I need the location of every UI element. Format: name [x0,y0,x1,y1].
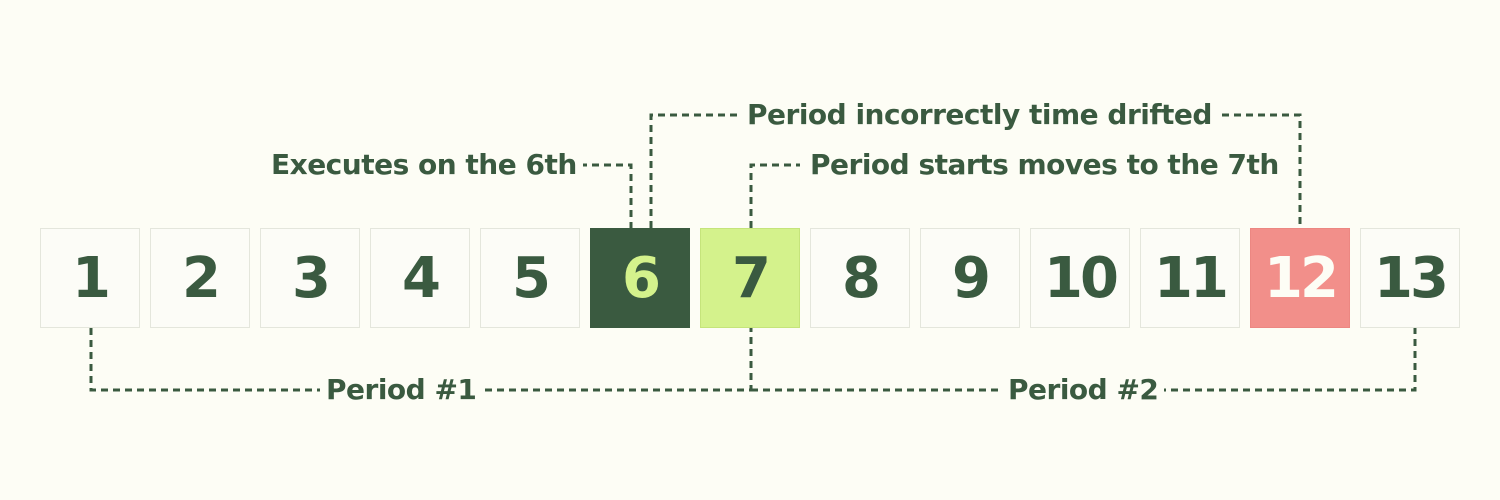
day-number: 5 [512,245,551,311]
day-cell: 9 [920,228,1020,328]
period-1-label: Period #1 [320,370,483,410]
day-cell-executes: 6 [590,228,690,328]
day-cell: 3 [260,228,360,328]
day-cell-drift-end: 12 [1250,228,1350,328]
day-number: 12 [1264,245,1339,311]
day-cell: 1 [40,228,140,328]
day-cell: 13 [1360,228,1460,328]
day-number: 10 [1044,245,1119,311]
day-number: 9 [952,245,991,311]
day-cell: 11 [1140,228,1240,328]
period-start-connector [749,163,800,228]
day-number: 11 [1154,245,1229,311]
executes-connector [580,163,633,228]
day-number: 7 [732,245,771,311]
timeline-diagram: Period incorrectly time drifted Executes… [0,0,1500,500]
day-number: 1 [72,245,111,311]
day-number: 8 [842,245,881,311]
day-number: 4 [402,245,441,311]
period-start-label: Period starts moves to the 7th [804,145,1285,185]
day-cell-period-start: 7 [700,228,800,328]
drift-label: Period incorrectly time drifted [741,95,1218,135]
day-number: 13 [1374,245,1449,311]
day-cell: 4 [370,228,470,328]
day-cell: 5 [480,228,580,328]
day-number: 3 [292,245,331,311]
period-2-label: Period #2 [1002,370,1165,410]
day-cell: 8 [810,228,910,328]
day-number: 2 [182,245,221,311]
day-cell: 2 [150,228,250,328]
day-number: 6 [622,245,661,311]
day-cell: 10 [1030,228,1130,328]
executes-label: Executes on the 6th [265,145,583,185]
